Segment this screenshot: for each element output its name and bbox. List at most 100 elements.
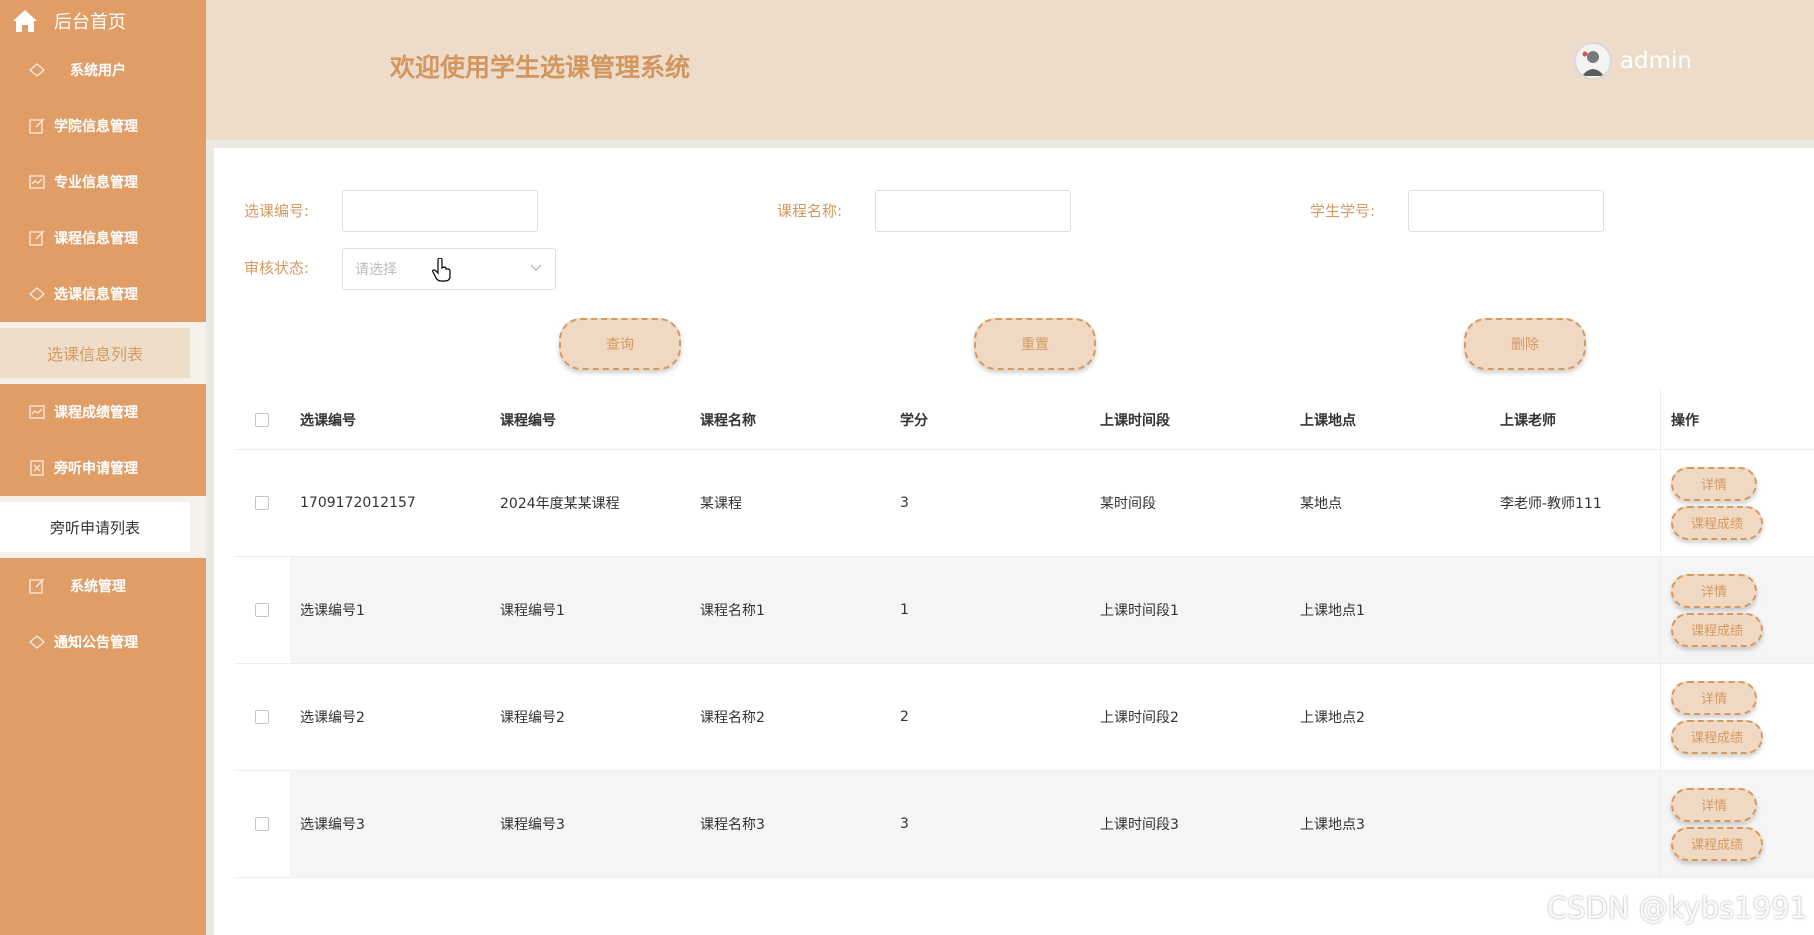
student-no-input[interactable] <box>1408 190 1604 232</box>
chart-icon <box>28 173 46 191</box>
row-select-cell <box>234 557 290 663</box>
row-actions: 详情 课程成绩 <box>1660 664 1814 770</box>
edit-icon <box>28 577 46 595</box>
table-row: 选课编号1 课程编号1 课程名称1 1 上课时间段1 上课地点1 详情 课程成绩 <box>234 557 1814 664</box>
sidebar-item-label: 专业信息管理 <box>54 175 138 191</box>
sidebar-item-audit[interactable]: 旁听申请管理 <box>0 440 206 496</box>
table-cell: 选课编号3 <box>300 817 365 833</box>
table-row: 1709172012157 2024年度某某课程 某课程 3 某时间段 某地点 … <box>234 450 1814 557</box>
grade-button[interactable]: 课程成绩 <box>1671 505 1763 540</box>
detail-button[interactable]: 详情 <box>1671 787 1757 822</box>
home-icon <box>13 10 37 32</box>
sidebar-subitem-selection-list[interactable]: 选课信息列表 <box>0 328 190 378</box>
sidebar-item-label: 选课信息管理 <box>54 287 138 303</box>
table-cell: 上课地点2 <box>1300 710 1365 726</box>
table-cell: 课程名称2 <box>700 710 765 726</box>
watermark: CSDN @kybs1991 <box>1546 891 1808 925</box>
sidebar-item-system[interactable]: 系统管理 <box>0 558 206 614</box>
row-checkbox[interactable] <box>255 710 269 724</box>
row-select-cell <box>234 771 290 877</box>
table-cell: 2024年度某某课程 <box>500 496 620 512</box>
diamond-icon <box>28 61 46 79</box>
sidebar-item-course[interactable]: 课程信息管理 <box>0 210 206 266</box>
table-cell: 课程编号2 <box>500 710 565 726</box>
sidebar-item-selection[interactable]: 选课信息管理 <box>0 266 206 322</box>
column-header: 操作 <box>1660 390 1814 449</box>
avatar <box>1573 42 1612 80</box>
grade-button[interactable]: 课程成绩 <box>1671 826 1763 861</box>
student-no-label: 学生学号: <box>1310 202 1376 220</box>
selection-id-input[interactable] <box>342 190 538 232</box>
row-select-cell <box>234 450 290 556</box>
sidebar-item-label: 课程成绩管理 <box>54 405 138 421</box>
row-checkbox[interactable] <box>255 817 269 831</box>
delete-button[interactable]: 删除 <box>1464 318 1586 370</box>
username: admin <box>1619 48 1692 74</box>
table-header: 选课编号 课程编号 课程名称 学分 上课时间段 上课地点 上课老师 操作 <box>234 390 1814 450</box>
table-cell: 1709172012157 <box>300 495 416 511</box>
column-header: 上课老师 <box>1500 412 1556 429</box>
sidebar-item-label: 旁听申请管理 <box>54 461 138 477</box>
select-all-cell <box>234 390 290 449</box>
reset-button[interactable]: 重置 <box>974 318 1096 370</box>
column-header: 课程编号 <box>500 412 556 429</box>
column-header: 课程名称 <box>700 412 756 429</box>
table-cell: 1 <box>900 602 909 618</box>
table-cell: 选课编号2 <box>300 710 365 726</box>
detail-button[interactable]: 详情 <box>1671 573 1757 608</box>
page-title: 欢迎使用学生选课管理系统 <box>390 53 691 82</box>
table-cell: 某课程 <box>700 496 742 512</box>
sidebar-item-notice[interactable]: 通知公告管理 <box>0 614 206 670</box>
sidebar-subitem-audit-list[interactable]: 旁听申请列表 <box>0 502 190 552</box>
edit-icon <box>28 229 46 247</box>
table-cell: 选课编号1 <box>300 603 365 619</box>
sidebar-home[interactable]: 后台首页 <box>0 0 206 42</box>
table-cell: 课程编号3 <box>500 817 565 833</box>
table-cell: 上课时间段3 <box>1100 817 1179 833</box>
selection-id-label: 选课编号: <box>244 202 310 220</box>
row-actions: 详情 课程成绩 <box>1660 450 1814 556</box>
top-header: 欢迎使用学生选课管理系统 admin <box>206 0 1814 140</box>
table-cell: 某地点 <box>1300 496 1342 512</box>
edit-icon <box>28 117 46 135</box>
row-select-cell <box>234 664 290 770</box>
sidebar-item-label: 系统管理 <box>70 579 126 595</box>
close-box-icon <box>28 459 46 477</box>
sidebar-item-label: 课程信息管理 <box>54 231 138 247</box>
sidebar-item-grades[interactable]: 课程成绩管理 <box>0 384 206 440</box>
sidebar-item-major[interactable]: 专业信息管理 <box>0 154 206 210</box>
table-cell: 课程名称3 <box>700 817 765 833</box>
table-cell: 某时间段 <box>1100 496 1156 512</box>
column-header: 选课编号 <box>300 412 356 429</box>
column-header: 学分 <box>900 412 928 429</box>
sidebar-item-college[interactable]: 学院信息管理 <box>0 98 206 154</box>
table-cell: 课程编号1 <box>500 603 565 619</box>
grade-button[interactable]: 课程成绩 <box>1671 612 1763 647</box>
table-row: 选课编号2 课程编号2 课程名称2 2 上课时间段2 上课地点2 详情 课程成绩 <box>234 664 1814 771</box>
sidebar-item-system-users[interactable]: 系统用户 <box>0 42 206 98</box>
row-checkbox[interactable] <box>255 496 269 510</box>
grade-button[interactable]: 课程成绩 <box>1671 719 1763 754</box>
table-cell: 课程名称1 <box>700 603 765 619</box>
sidebar-submenu: 旁听申请列表 <box>0 496 206 558</box>
detail-button[interactable]: 详情 <box>1671 466 1757 501</box>
user-menu[interactable]: admin <box>1573 42 1692 80</box>
table-cell: 上课地点3 <box>1300 817 1365 833</box>
course-name-label: 课程名称: <box>777 202 843 220</box>
chevron-down-icon <box>529 260 543 278</box>
course-name-input[interactable] <box>875 190 1071 232</box>
table-cell: 上课时间段1 <box>1100 603 1179 619</box>
row-checkbox[interactable] <box>255 603 269 617</box>
query-button[interactable]: 查询 <box>559 318 681 370</box>
detail-button[interactable]: 详情 <box>1671 680 1757 715</box>
sidebar-item-label: 通知公告管理 <box>54 635 138 651</box>
select-all-checkbox[interactable] <box>255 412 269 427</box>
row-actions: 详情 课程成绩 <box>1660 557 1814 663</box>
table-row: 选课编号3 课程编号3 课程名称3 3 上课时间段3 上课地点3 详情 课程成绩 <box>234 771 1814 878</box>
table-cell: 3 <box>900 495 909 511</box>
sidebar-item-label: 学院信息管理 <box>54 119 138 135</box>
sidebar-home-label: 后台首页 <box>54 12 126 33</box>
diamond-icon <box>28 633 46 651</box>
column-header: 上课地点 <box>1300 412 1356 429</box>
sidebar-submenu: 选课信息列表 <box>0 322 206 384</box>
